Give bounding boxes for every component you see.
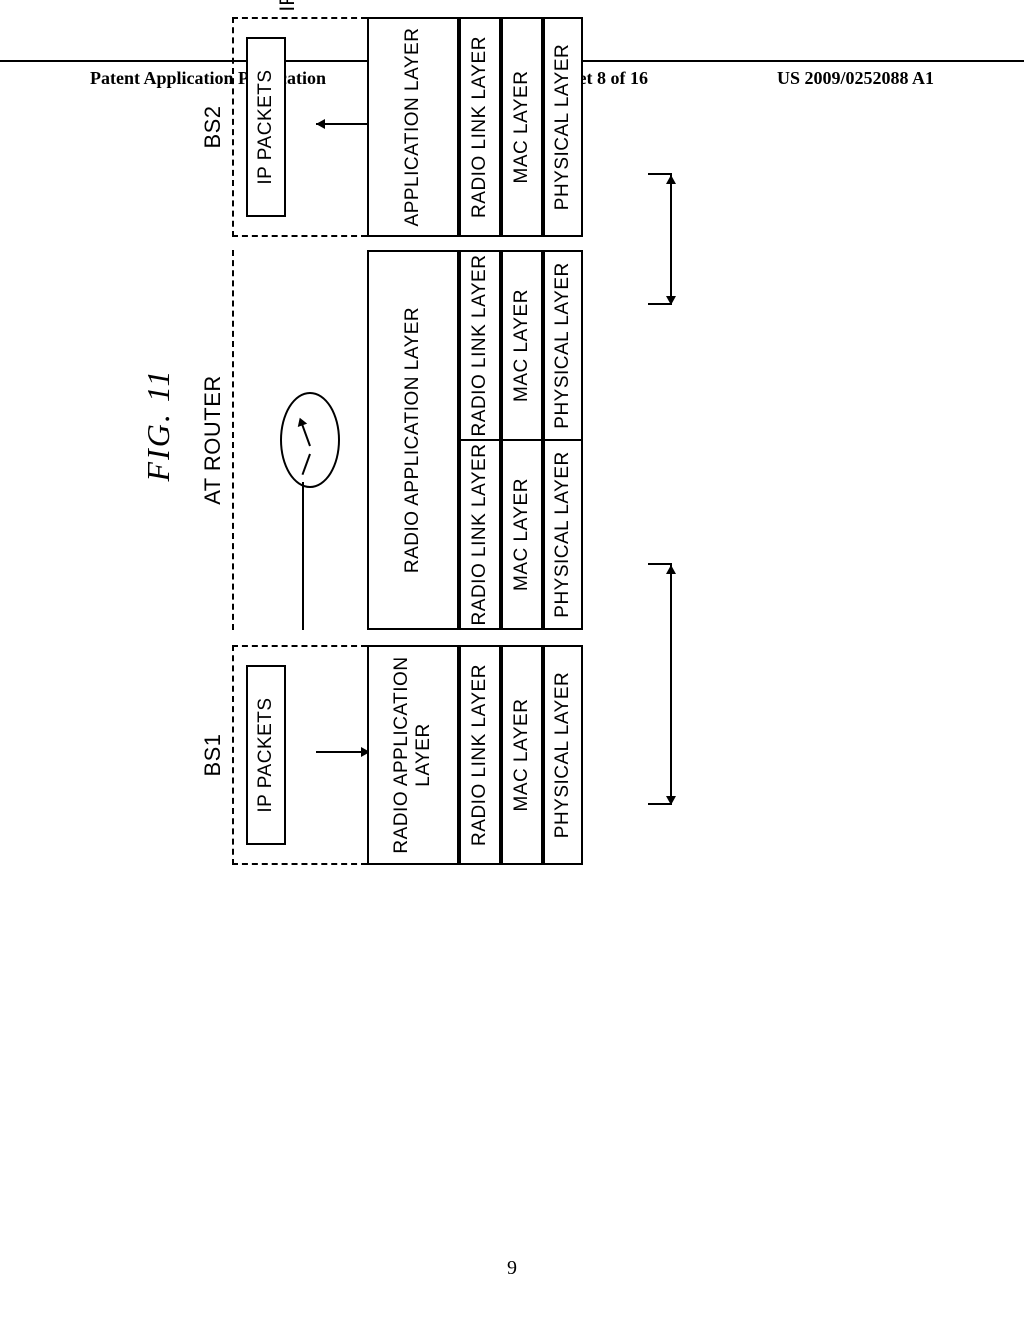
switch-symbol [280, 392, 340, 488]
bs2-physical-layer: PHYSICAL LAYER [543, 17, 583, 237]
router-app-layer: RADIO APPLICATION LAYER [367, 250, 459, 630]
bs2-stack: APPLICATION LAYER RADIO LINK LAYER MAC L… [367, 17, 583, 237]
figure-rotated-wrap: FIG. 11 BS1 IP PACKETS RADIO APPLICATION… [140, 145, 990, 745]
router-title: AT ROUTER [200, 250, 226, 630]
column-router: AT ROUTER RADIO APPLICATION LAYER RADIO … [200, 250, 583, 630]
arrow-down-icon [316, 751, 370, 753]
router-stack: RADIO APPLICATION LAYER RADIO LINK LAYER… [367, 250, 583, 630]
bidirectional-arrow-icon [670, 175, 672, 305]
router-ip-region [232, 250, 367, 630]
bs1-app-layer: RADIO APPLICATION LAYER [367, 645, 459, 865]
figure-label: FIG. 11 [140, 0, 177, 865]
router-mac-right: MAC LAYER [501, 250, 543, 440]
bs1-ip-region: IP PACKETS [232, 645, 367, 865]
switch-ellipse-icon [280, 392, 340, 488]
bs2-ip-packets: IP PACKETS [246, 37, 286, 217]
column-bs2: BS2 IP PACKETS IP LAYER APPLICATION LAYE… [200, 17, 583, 237]
bs2-radio-link-layer: RADIO LINK LAYER [459, 17, 501, 237]
router-rll-right: RADIO LINK LAYER [459, 250, 501, 440]
bs1-title: BS1 [200, 645, 226, 865]
bs1-radio-link-layer: RADIO LINK LAYER [459, 645, 501, 865]
page: Patent Application Publication Oct. 8, 2… [0, 0, 1024, 1320]
line-icon [302, 482, 304, 630]
bs2-mac-layer: MAC LAYER [501, 17, 543, 237]
bs2-ip-region: IP PACKETS IP LAYER [232, 17, 367, 237]
switch-arm-left-icon [302, 454, 311, 475]
bs1-stack: RADIO APPLICATION LAYER RADIO LINK LAYER… [367, 645, 583, 865]
router-phy-left: PHYSICAL LAYER [543, 440, 583, 630]
bs2-title: BS2 [200, 17, 226, 237]
bs2-app-layer: APPLICATION LAYER [367, 17, 459, 237]
router-mac-left: MAC LAYER [501, 440, 543, 630]
header-right: US 2009/0252088 A1 [777, 68, 934, 89]
column-bs1: BS1 IP PACKETS RADIO APPLICATION LAYER R… [200, 645, 583, 865]
router-phy-right: PHYSICAL LAYER [543, 250, 583, 440]
bidirectional-arrow-icon [670, 565, 672, 805]
ip-layer-label: IP LAYER [276, 0, 300, 12]
arrow-up-icon [316, 123, 370, 125]
router-rll-left: RADIO LINK LAYER [459, 440, 501, 630]
bs1-mac-layer: MAC LAYER [501, 645, 543, 865]
bs1-physical-layer: PHYSICAL LAYER [543, 645, 583, 865]
figure-11: FIG. 11 BS1 IP PACKETS RADIO APPLICATION… [140, 0, 710, 865]
page-number: 9 [0, 1257, 1024, 1280]
switch-arm-right-icon [300, 421, 311, 446]
bs1-ip-packets: IP PACKETS [246, 665, 286, 845]
